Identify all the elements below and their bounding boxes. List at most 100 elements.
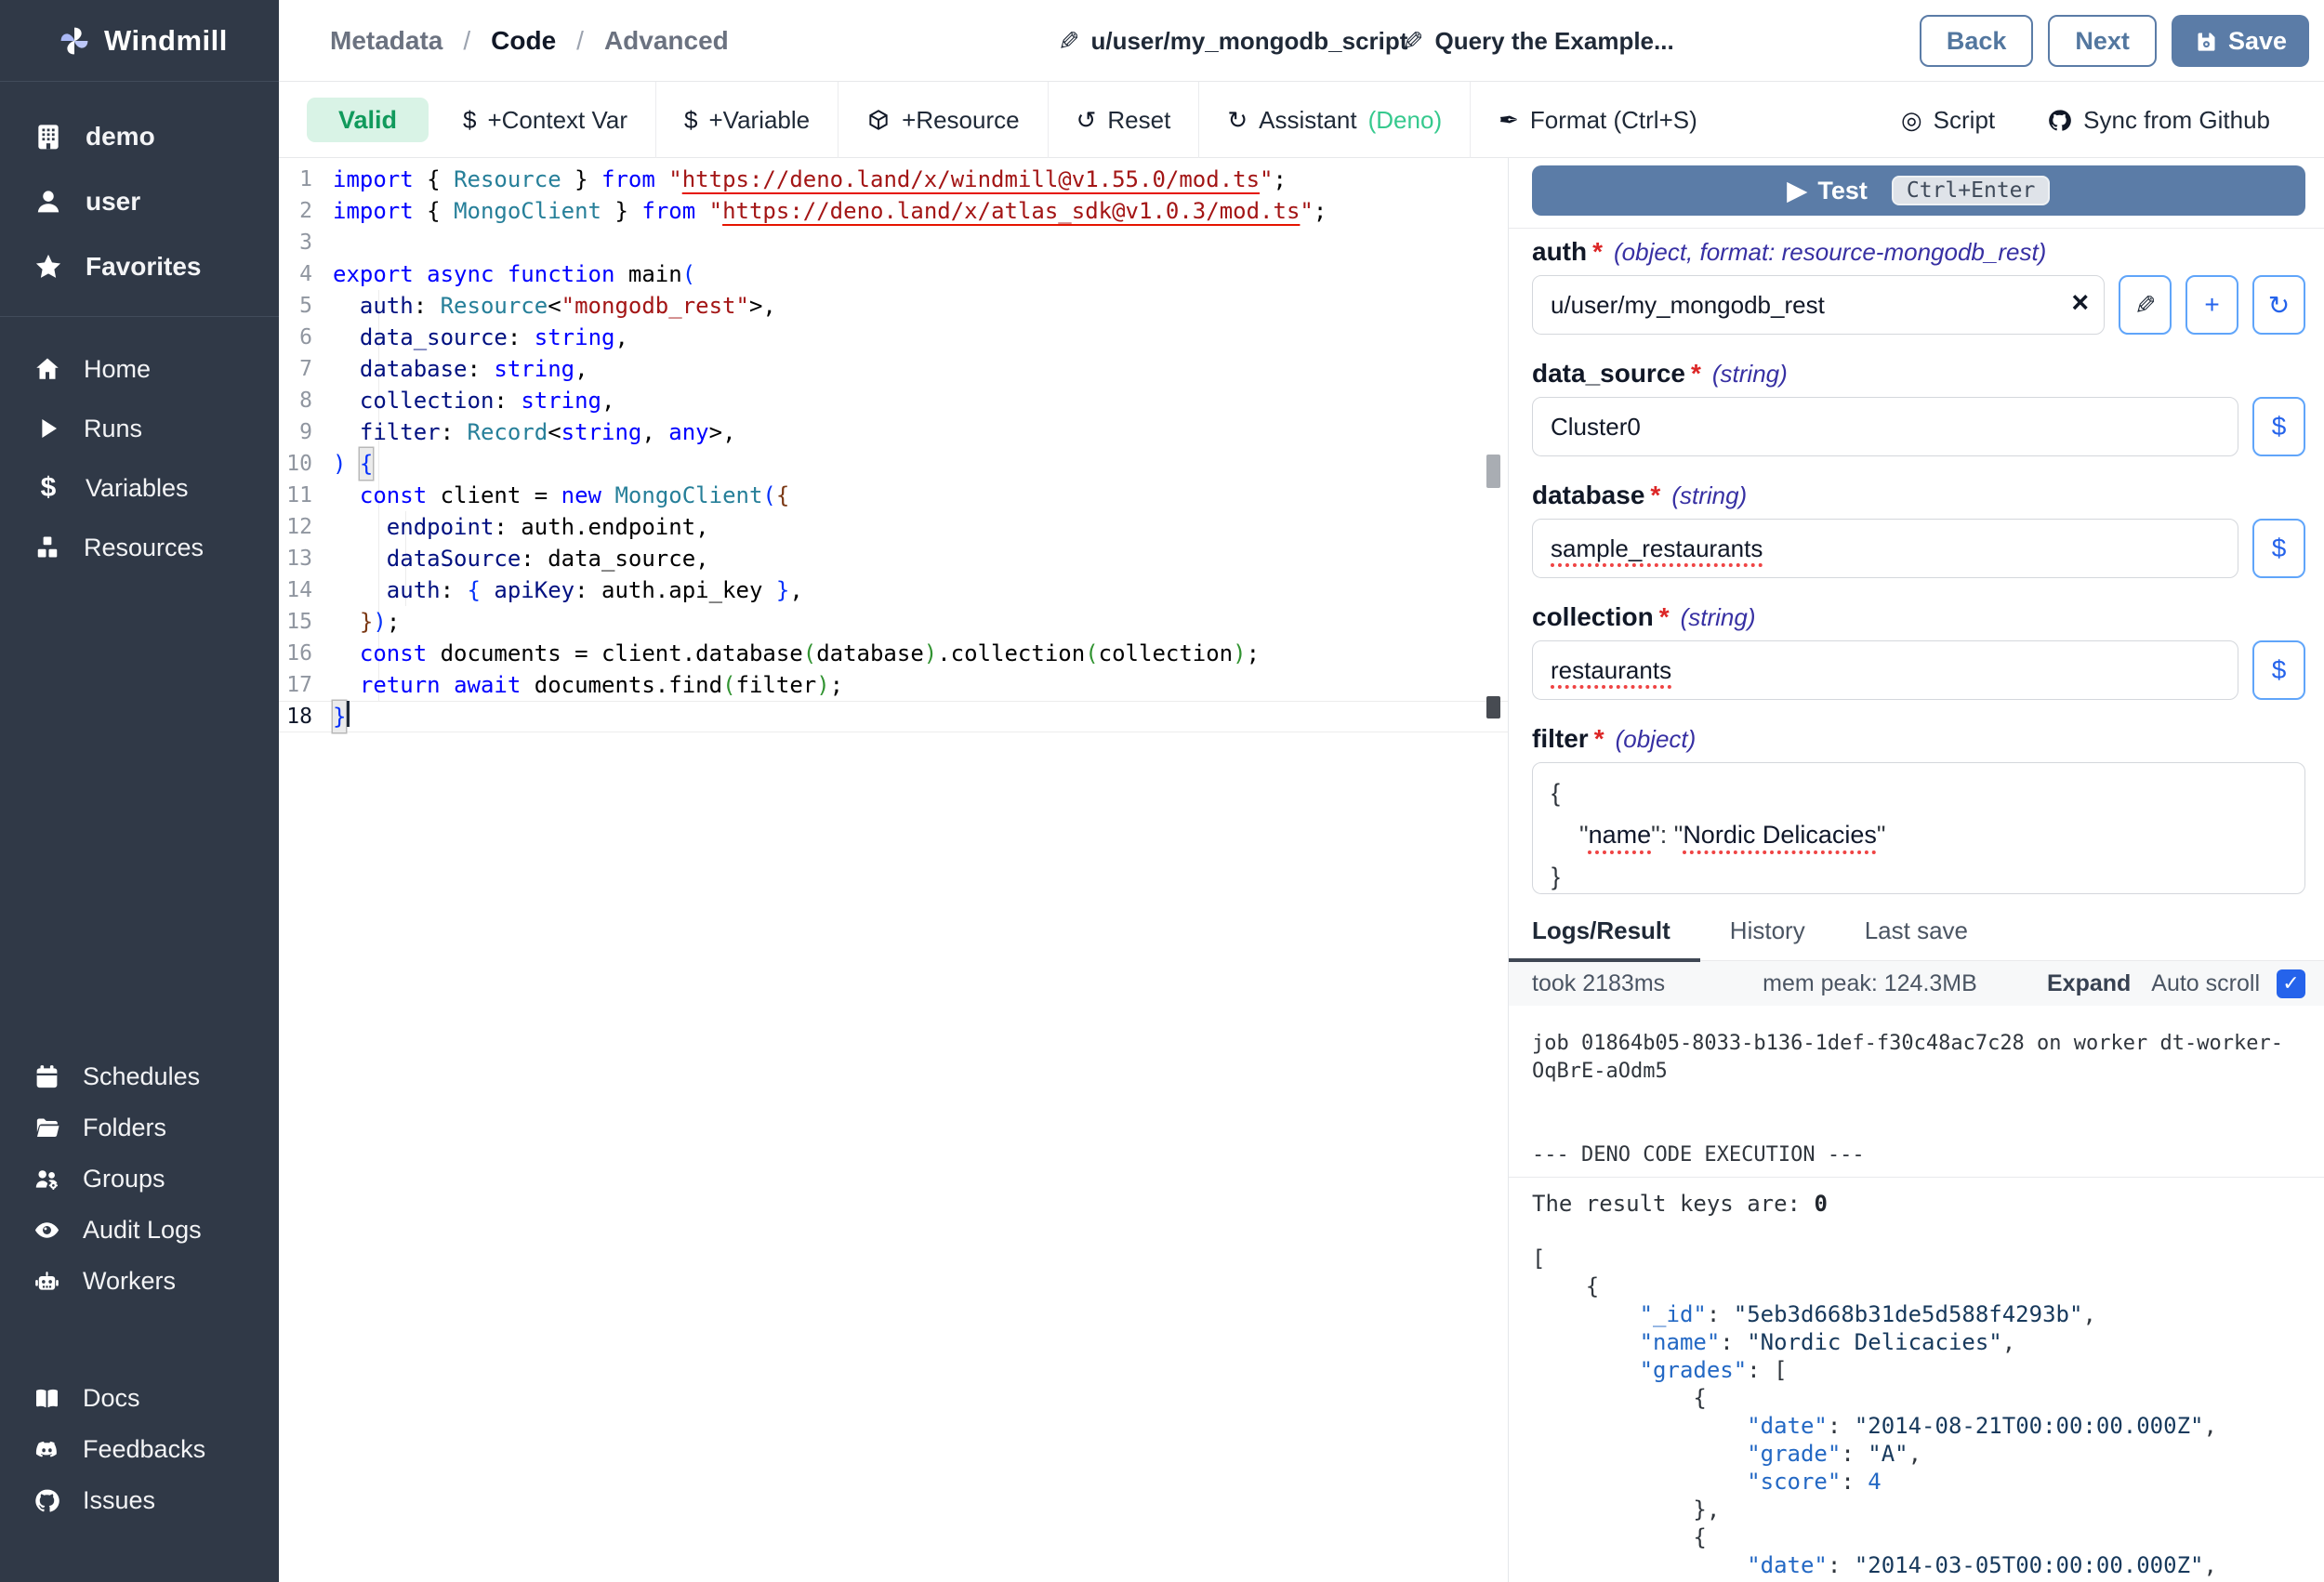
editor-toolbar: Valid $ +Context Var $ +Variable +Resour… [279, 82, 2324, 158]
reset-button[interactable]: ↺ Reset [1048, 82, 1199, 158]
required-mark: * [1594, 724, 1604, 754]
tab-history[interactable]: History [1700, 916, 1835, 960]
insert-variable-button[interactable]: $ [2252, 397, 2305, 456]
sidebar-item-variables[interactable]: $ Variables [0, 458, 279, 518]
test-button[interactable]: ▶ Test Ctrl+Enter [1532, 165, 2305, 216]
folder-icon [33, 1114, 60, 1141]
expand-button[interactable]: Expand [2047, 970, 2131, 997]
script-kind-button[interactable]: ◎ Script [1901, 82, 1995, 158]
sidebar-item-resources[interactable]: Resources [0, 518, 279, 577]
windmill-logo-icon [58, 24, 91, 58]
save-icon [2194, 29, 2219, 54]
editor-scrollbar-thumb[interactable] [1486, 455, 1500, 488]
result-json-viewer: [ { "_id": "5eb3d668b31de5d588f4293b", "… [1532, 1245, 2305, 1582]
field-type: (object) [1616, 725, 1697, 754]
refresh-resource-button[interactable]: ↻ [2252, 275, 2305, 335]
sidebar-item-home[interactable]: Home [0, 339, 279, 399]
sync-from-github-button[interactable]: Sync from Github [2047, 82, 2270, 158]
field-label-data-source: data_source* (string) [1532, 359, 2305, 389]
add-context-var-label: +Context Var [487, 106, 627, 135]
collection-input[interactable]: restaurants [1532, 640, 2238, 700]
required-mark: * [1659, 602, 1670, 632]
add-variable-button[interactable]: $ +Variable [655, 82, 838, 158]
insert-variable-button[interactable]: $ [2252, 640, 2305, 700]
plus-icon: + [2204, 290, 2219, 320]
tab-logs-result[interactable]: Logs/Result [1509, 916, 1700, 962]
sidebar-item-runs[interactable]: Runs [0, 399, 279, 458]
insert-variable-button[interactable]: $ [2252, 519, 2305, 578]
sidebar-item-audit-logs[interactable]: Audit Logs [0, 1205, 279, 1256]
autoscroll-checkbox[interactable]: ✓ [2277, 969, 2305, 998]
sidebar-item-folders[interactable]: Folders [0, 1102, 279, 1154]
star-icon [33, 252, 63, 282]
edit-resource-button[interactable]: ✎ [2119, 275, 2172, 335]
add-resource-inline-button[interactable]: + [2185, 275, 2238, 335]
github-icon [33, 1487, 60, 1514]
next-button[interactable]: Next [2048, 15, 2157, 67]
format-pen-icon: ✒ [1499, 106, 1519, 135]
field-row-collection: restaurants $ [1532, 640, 2305, 700]
field-row-auth: u/user/my_mongodb_rest × ✎ + ↻ [1532, 275, 2305, 335]
field-type: (string) [1681, 603, 1756, 632]
breadcrumb-separator: / [463, 26, 470, 56]
logo-text: Windmill [104, 24, 228, 58]
sidebar-item-schedules[interactable]: Schedules [0, 1051, 279, 1102]
field-name: collection [1532, 602, 1654, 632]
required-mark: * [1592, 237, 1603, 267]
script-path[interactable]: ✎ u/user/my_mongodb_script [1058, 0, 1407, 82]
sidebar-divider [0, 316, 279, 317]
nav-label: Resources [84, 534, 204, 562]
reset-label: Reset [1107, 106, 1170, 135]
filter-json-input[interactable]: { "name": "Nordic Delicacies"} [1532, 762, 2305, 894]
cube-icon [866, 108, 891, 132]
sidebar-item-favorites[interactable]: Favorites [0, 234, 279, 299]
top-bar: Metadata / Code / Advanced ✎ u/user/my_m… [279, 0, 2324, 82]
add-context-var-button[interactable]: $ +Context Var [435, 82, 655, 158]
database-input[interactable]: sample_restaurants [1532, 519, 2238, 578]
user-icon [33, 187, 63, 217]
back-button[interactable]: Back [1920, 15, 2034, 67]
sidebar-nav-group: Home Runs $ Variables Resources [0, 339, 279, 577]
book-icon [33, 1385, 60, 1412]
logo[interactable]: Windmill [0, 0, 279, 82]
section-divider [1509, 228, 2324, 229]
sidebar-item-groups[interactable]: Groups [0, 1154, 279, 1205]
sidebar-item-docs[interactable]: Docs [0, 1373, 279, 1424]
sync-label: Sync from Github [2083, 106, 2270, 135]
footer-label: Issues [83, 1486, 155, 1515]
breadcrumb-separator: / [576, 26, 584, 56]
sidebar-item-issues[interactable]: Issues [0, 1475, 279, 1526]
admin-label: Workers [83, 1267, 176, 1296]
data-source-input[interactable]: Cluster0 [1532, 397, 2238, 456]
sidebar-item-workspace-demo[interactable]: demo [0, 104, 279, 169]
code-editor[interactable]: 1import { Resource } from "https://deno.… [279, 158, 1508, 1582]
clear-icon[interactable]: × [2071, 285, 2089, 320]
assistant-button[interactable]: ↻ Assistant (Deno) [1198, 82, 1470, 158]
script-kind-label: Script [1934, 106, 1995, 135]
sidebar-item-workers[interactable]: Workers [0, 1256, 279, 1307]
auth-resource-input[interactable]: u/user/my_mongodb_rest × [1532, 275, 2105, 335]
script-path-text: u/user/my_mongodb_script [1090, 27, 1407, 56]
tab-advanced[interactable]: Advanced [604, 26, 729, 56]
sidebar-admin-group: Schedules Folders [0, 1051, 279, 1307]
robot-icon [33, 1268, 60, 1295]
tab-last-save[interactable]: Last save [1835, 916, 1998, 960]
play-icon [33, 415, 61, 442]
tab-code[interactable]: Code [491, 26, 556, 56]
autoscroll-label: Auto scroll [2151, 970, 2260, 997]
script-summary[interactable]: ✎ Query the Example... [1402, 0, 1674, 82]
field-label-database: database* (string) [1532, 481, 2305, 510]
favorites-label: Favorites [86, 252, 202, 282]
add-resource-button[interactable]: +Resource [838, 82, 1047, 158]
refresh-icon: ↻ [2268, 290, 2290, 321]
save-button[interactable]: Save [2172, 15, 2309, 67]
field-row-database: sample_restaurants $ [1532, 519, 2305, 578]
dollar-icon: $ [684, 106, 697, 135]
code-lines[interactable]: 1import { Resource } from "https://deno.… [279, 164, 1508, 732]
field-name: filter [1532, 724, 1589, 754]
format-button[interactable]: ✒ Format (Ctrl+S) [1470, 82, 1725, 158]
tab-metadata[interactable]: Metadata [330, 26, 442, 56]
required-mark: * [1650, 481, 1660, 510]
sidebar-item-user[interactable]: user [0, 169, 279, 234]
sidebar-item-feedbacks[interactable]: Feedbacks [0, 1424, 279, 1475]
